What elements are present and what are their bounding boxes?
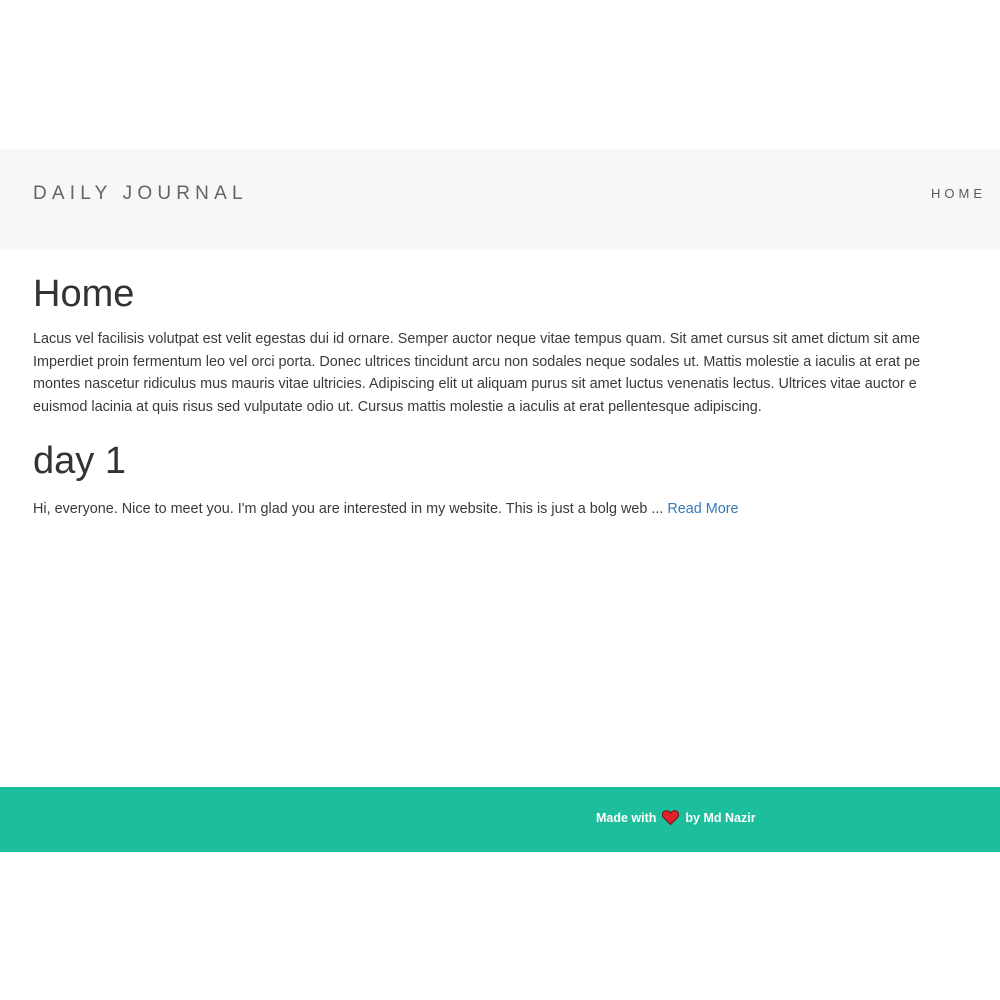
brand-link[interactable]: DAILY JOURNAL <box>33 183 248 205</box>
intro-line: Imperdiet proin fermentum leo vel orci p… <box>33 353 921 370</box>
page: DAILY JOURNAL HOME Home Lacus vel facili… <box>0 0 1000 1000</box>
page-title: Home <box>33 273 135 315</box>
intro-line: montes nascetur ridiculus mus mauris vit… <box>33 376 917 393</box>
intro-paragraph: Lacus vel facilisis volutpat est velit e… <box>33 328 1000 418</box>
footer-credit: Made with by Md Nazir <box>596 810 756 826</box>
main-content: Home Lacus vel facilisis volutpat est ve… <box>33 250 1000 517</box>
read-more-link[interactable]: Read More <box>667 501 738 517</box>
footer-author: by Md Nazir <box>685 810 756 825</box>
intro-line: euismod lacinia at quis risus sed vulput… <box>33 398 762 415</box>
nav-home-link[interactable]: HOME <box>931 186 986 201</box>
heart-icon <box>662 810 680 826</box>
footer: Made with by Md Nazir <box>0 787 1000 852</box>
post-title: day 1 <box>33 440 126 482</box>
post-excerpt-text: Hi, everyone. Nice to meet you. I'm glad… <box>33 501 668 517</box>
post-excerpt: Hi, everyone. Nice to meet you. I'm glad… <box>33 498 739 520</box>
footer-made-with: Made with <box>596 810 657 825</box>
intro-line: Lacus vel facilisis volutpat est velit e… <box>33 331 921 347</box>
